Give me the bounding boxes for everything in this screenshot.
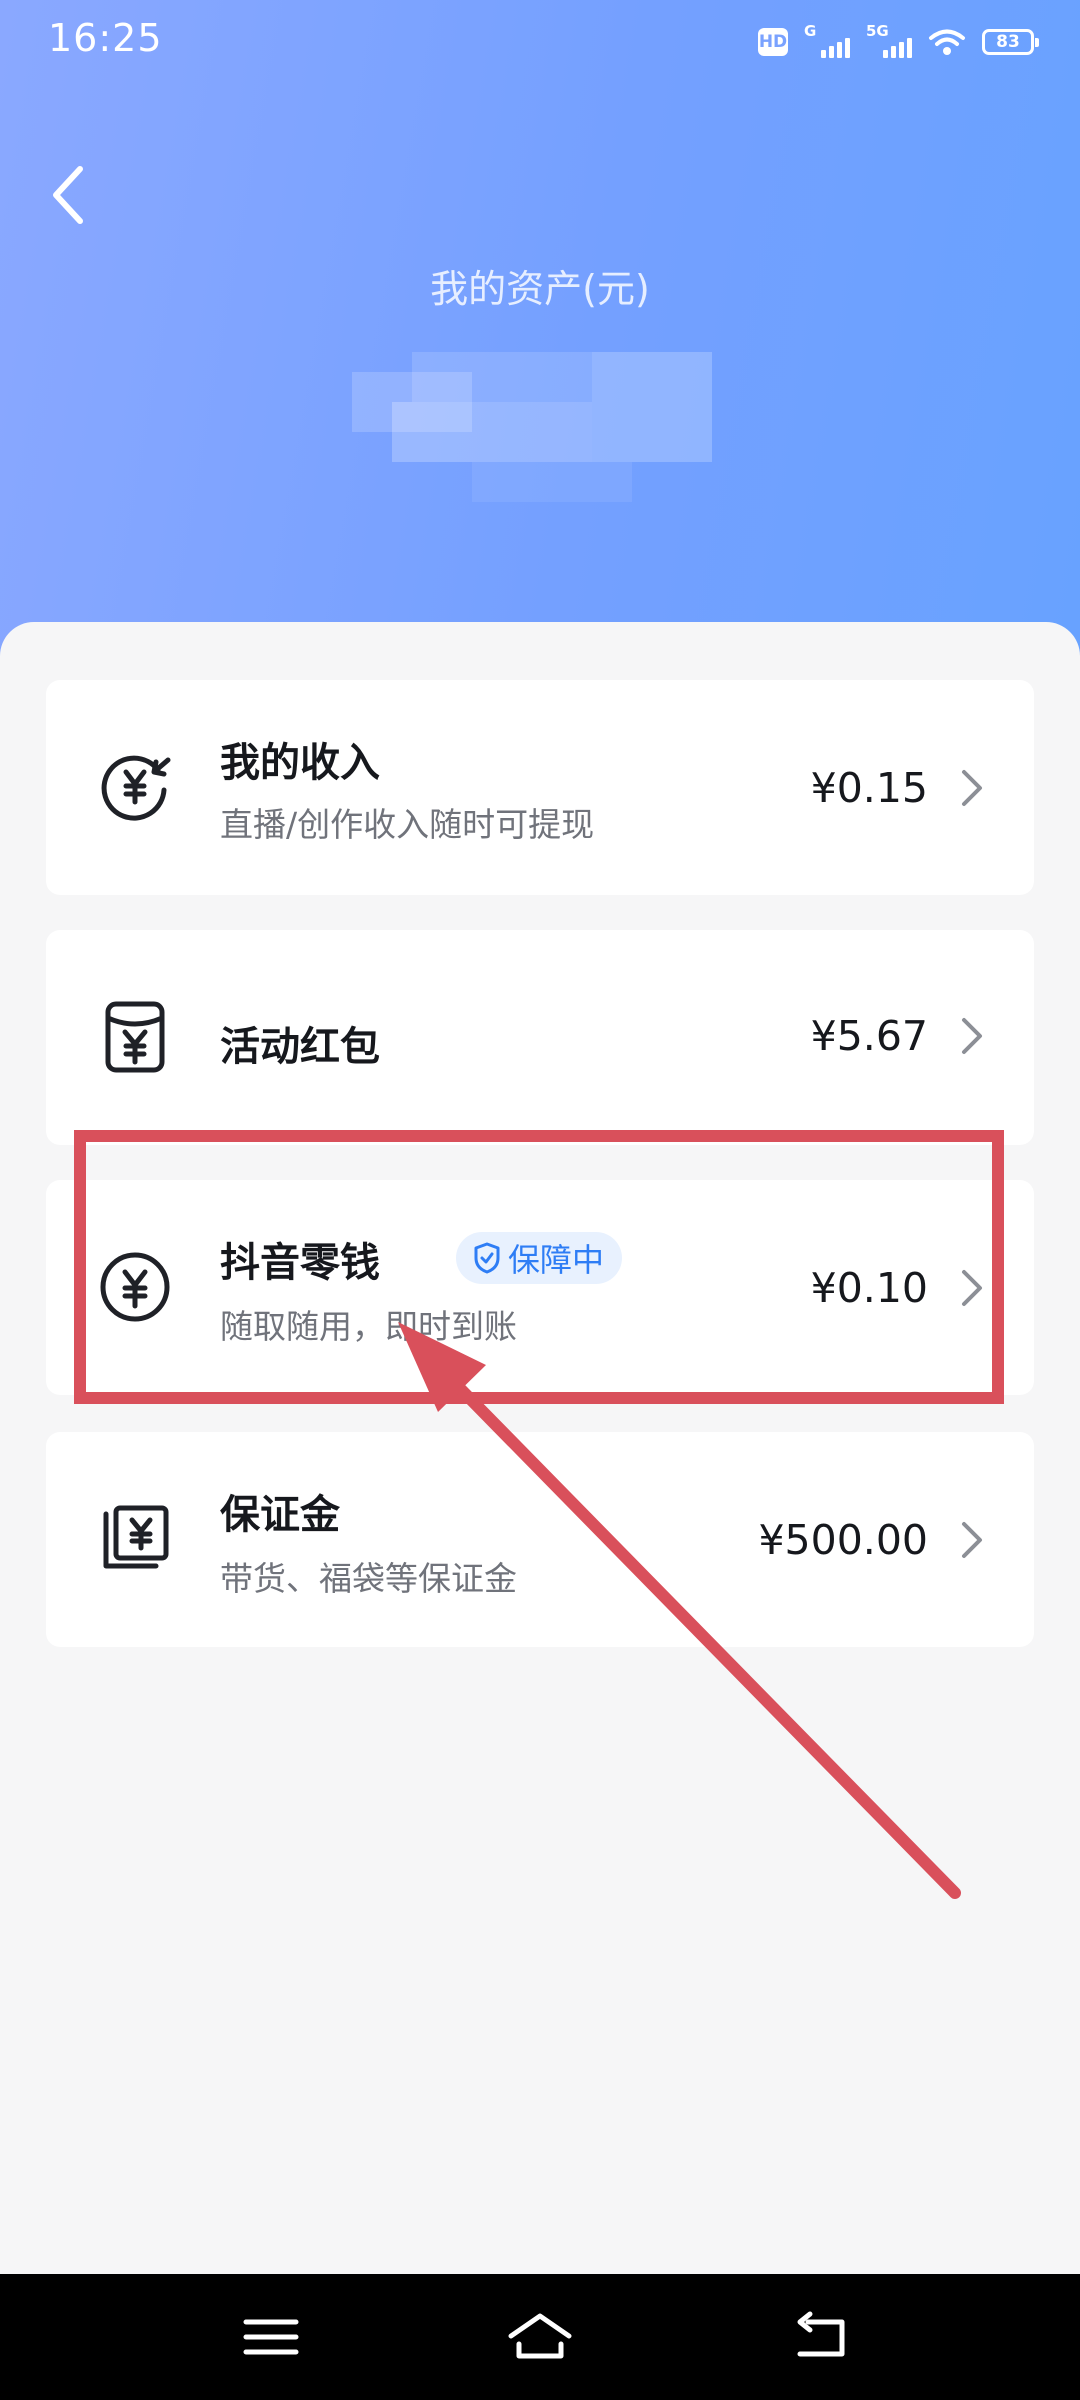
chevron-right-icon (962, 770, 982, 806)
menu-icon[interactable] (236, 2306, 306, 2368)
income-yuan-icon (101, 755, 171, 821)
battery-icon: 83 (982, 29, 1039, 55)
header-background (0, 0, 1080, 660)
signal-sim1-icon: G (804, 22, 850, 60)
card-my-income[interactable]: 我的收入 直播/创作收入随时可提现 ¥0.15 (46, 680, 1034, 895)
annotation-highlight-box (74, 1130, 1004, 1404)
red-packet-icon (105, 1001, 165, 1073)
card-title: 我的收入 (220, 740, 380, 786)
card-subtitle: 带货、福袋等保证金 (220, 1559, 517, 1598)
card-deposit[interactable]: 保证金 带货、福袋等保证金 ¥500.00 (46, 1432, 1034, 1647)
card-title: 活动红包 (220, 1024, 380, 1070)
card-activity-red-packet[interactable]: 活动红包 ¥5.67 (46, 930, 1034, 1145)
card-amount: ¥0.15 (810, 764, 928, 812)
hd-voice-icon: HD (758, 28, 788, 56)
deposit-icon (103, 1505, 169, 1569)
back-button[interactable] (38, 160, 98, 230)
card-subtitle: 直播/创作收入随时可提现 (220, 805, 595, 844)
blurred-balance (352, 352, 712, 502)
card-amount: ¥5.67 (810, 1012, 928, 1060)
chevron-right-icon (962, 1018, 982, 1054)
signal-sim2-icon: 5G (866, 22, 912, 60)
page-title: 我的资产(元) (430, 267, 650, 311)
wifi-icon (929, 29, 965, 55)
chevron-right-icon (962, 1522, 982, 1558)
card-amount: ¥500.00 (758, 1516, 928, 1564)
status-icons: HD G 5G 83 (758, 22, 1039, 62)
card-title: 保证金 (220, 1492, 340, 1538)
chevron-left-icon (53, 166, 83, 224)
system-nav-bar (0, 2274, 1080, 2400)
back-icon[interactable] (786, 2306, 856, 2368)
status-time: 16:25 (48, 16, 163, 60)
status-bar: 16:25 HD G 5G 83 (0, 0, 1080, 84)
home-icon[interactable] (505, 2306, 575, 2368)
